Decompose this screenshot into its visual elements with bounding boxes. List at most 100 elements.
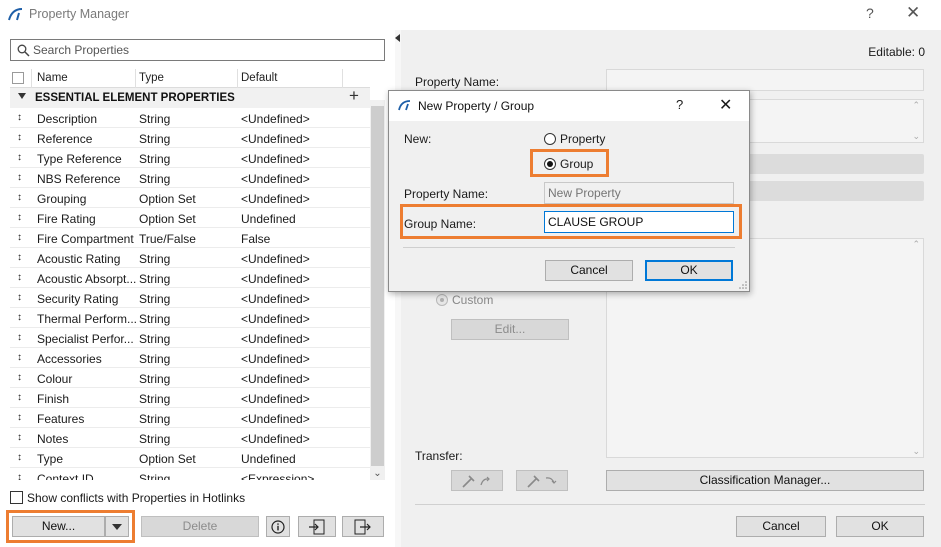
table-row[interactable]: ↕ Type Option Set Undefined: [10, 448, 370, 468]
export-button[interactable]: [342, 516, 384, 537]
help-icon[interactable]: ?: [866, 5, 874, 21]
cell-default: False: [241, 232, 271, 246]
reorder-handle-icon[interactable]: ↕: [17, 431, 22, 444]
property-option-label: Property: [560, 132, 606, 146]
reorder-handle-icon[interactable]: ↕: [17, 151, 22, 164]
custom-radio[interactable]: Custom: [436, 293, 493, 307]
search-input[interactable]: [33, 42, 378, 58]
group-name-input[interactable]: [544, 211, 734, 233]
table-row[interactable]: ↕ Type Reference String <Undefined>: [10, 148, 370, 168]
transfer-inject-button[interactable]: [516, 470, 568, 491]
new-dropdown-button[interactable]: [105, 516, 129, 537]
property-name-label: Property Name:: [404, 187, 489, 201]
new-button[interactable]: New...: [12, 516, 105, 537]
select-all-checkbox[interactable]: [12, 72, 24, 84]
help-icon[interactable]: ?: [676, 97, 683, 112]
cell-default: <Undefined>: [241, 372, 310, 386]
table-row[interactable]: ↕ Notes String <Undefined>: [10, 428, 370, 448]
table-row[interactable]: ↕ Fire Rating Option Set Undefined: [10, 208, 370, 228]
cell-type: String: [139, 412, 171, 426]
table-row[interactable]: ↕ Thermal Perform... String <Undefined>: [10, 308, 370, 328]
reorder-handle-icon[interactable]: ↕: [17, 471, 22, 480]
scroll-down-icon[interactable]: ⌄: [370, 468, 385, 480]
reorder-handle-icon[interactable]: ↕: [17, 411, 22, 424]
info-button[interactable]: [266, 516, 290, 537]
reorder-handle-icon[interactable]: ↕: [17, 311, 22, 324]
syringe-icon: [527, 475, 557, 488]
reorder-handle-icon[interactable]: ↕: [17, 351, 22, 364]
cell-name: Acoustic Absorpt...: [37, 272, 137, 286]
close-icon[interactable]: ✕: [719, 95, 732, 115]
table-row[interactable]: ↕ Acoustic Rating String <Undefined>: [10, 248, 370, 268]
cell-name: Context ID: [37, 472, 94, 480]
cell-name: Type: [37, 452, 64, 466]
close-icon[interactable]: ✕: [906, 3, 920, 23]
transfer-pick-button[interactable]: [451, 470, 503, 491]
cell-type: Option Set: [139, 192, 196, 206]
cell-type: String: [139, 432, 171, 446]
table-row[interactable]: ↕ NBS Reference String <Undefined>: [10, 168, 370, 188]
reorder-handle-icon[interactable]: ↕: [17, 131, 22, 144]
table-row[interactable]: ↕ Finish String <Undefined>: [10, 388, 370, 408]
cell-default: <Undefined>: [241, 412, 310, 426]
dialog-cancel-button[interactable]: Cancel: [545, 260, 633, 281]
vertical-scrollbar[interactable]: ⌄: [370, 100, 385, 480]
column-name-header[interactable]: Name: [37, 72, 68, 84]
table-row[interactable]: ↕ Description String <Undefined>: [10, 108, 370, 128]
cell-type: String: [139, 132, 171, 146]
scrollbar-thumb[interactable]: [371, 106, 384, 466]
reorder-handle-icon[interactable]: ↕: [17, 231, 22, 244]
column-default-header[interactable]: Default: [241, 72, 277, 84]
cell-name: Features: [37, 412, 85, 426]
table-row[interactable]: ↕ Specialist Perfor... String <Undefined>: [10, 328, 370, 348]
table-row[interactable]: ↕ Reference String <Undefined>: [10, 128, 370, 148]
reorder-handle-icon[interactable]: ↕: [17, 371, 22, 384]
classification-manager-button[interactable]: Classification Manager...: [606, 470, 924, 491]
delete-button[interactable]: Delete: [141, 516, 259, 537]
cell-name: Accessories: [37, 352, 102, 366]
ok-button[interactable]: OK: [836, 516, 924, 537]
cell-default: <Undefined>: [241, 192, 310, 206]
property-radio[interactable]: Property: [544, 132, 605, 146]
edit-button[interactable]: Edit...: [451, 319, 569, 340]
group-radio[interactable]: Group: [544, 157, 593, 171]
reorder-handle-icon[interactable]: ↕: [17, 211, 22, 224]
column-type-header[interactable]: Type: [139, 72, 164, 84]
reorder-handle-icon[interactable]: ↕: [17, 251, 22, 264]
search-box[interactable]: [10, 39, 385, 61]
reorder-handle-icon[interactable]: ↕: [17, 291, 22, 304]
info-icon: [271, 520, 285, 534]
table-row[interactable]: ↕ Security Rating String <Undefined>: [10, 288, 370, 308]
table-row[interactable]: ↕ Context ID String <Expression>: [10, 468, 370, 480]
cell-default: <Undefined>: [241, 132, 310, 146]
cell-default: <Expression>: [241, 472, 315, 480]
reorder-handle-icon[interactable]: ↕: [17, 271, 22, 284]
table-row[interactable]: ↕ Fire Compartment True/False False: [10, 228, 370, 248]
table-row[interactable]: ↕ Grouping Option Set <Undefined>: [10, 188, 370, 208]
add-icon[interactable]: +: [349, 86, 359, 106]
reorder-handle-icon[interactable]: ↕: [17, 111, 22, 124]
column-separator: [342, 69, 343, 88]
table-row[interactable]: ↕ Accessories String <Undefined>: [10, 348, 370, 368]
reorder-handle-icon[interactable]: ↕: [17, 331, 22, 344]
group-row-essential[interactable]: ESSENTIAL ELEMENT PROPERTIES +: [10, 86, 370, 108]
cell-type: String: [139, 312, 171, 326]
custom-label: Custom: [452, 293, 494, 307]
import-button[interactable]: [298, 516, 336, 537]
resize-grip-icon[interactable]: [739, 281, 747, 289]
table-row[interactable]: ↕ Acoustic Absorpt... String <Undefined>: [10, 268, 370, 288]
reorder-handle-icon[interactable]: ↕: [17, 191, 22, 204]
collapse-left-icon[interactable]: [395, 34, 400, 42]
collapse-triangle-icon[interactable]: [18, 93, 26, 99]
transfer-label: Transfer:: [415, 449, 463, 463]
title-bar: Property Manager ? ✕: [0, 0, 941, 30]
dialog-ok-button[interactable]: OK: [645, 260, 733, 281]
reorder-handle-icon[interactable]: ↕: [17, 171, 22, 184]
cancel-button[interactable]: Cancel: [736, 516, 826, 537]
show-conflicts-checkbox[interactable]: [10, 491, 23, 504]
table-row[interactable]: ↕ Colour String <Undefined>: [10, 368, 370, 388]
reorder-handle-icon[interactable]: ↕: [17, 451, 22, 464]
editable-count: Editable: 0: [868, 45, 925, 59]
reorder-handle-icon[interactable]: ↕: [17, 391, 22, 404]
table-row[interactable]: ↕ Features String <Undefined>: [10, 408, 370, 428]
